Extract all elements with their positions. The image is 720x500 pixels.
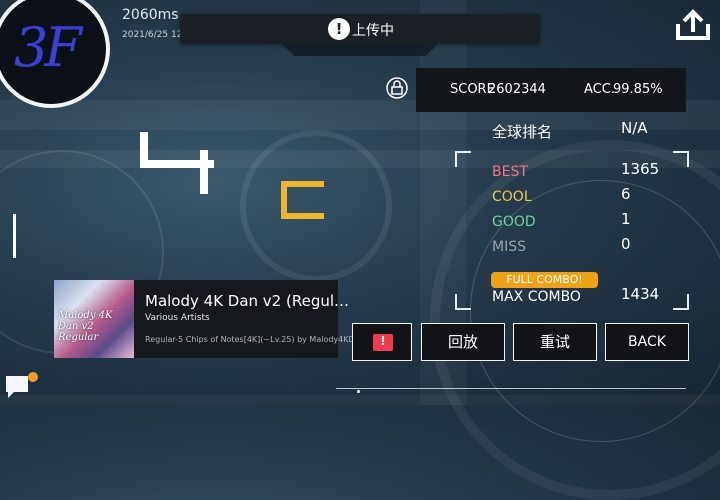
chart-info: Regular-5 Chips of Notes[4K](~Lv.25) by … (145, 335, 365, 344)
rank-letter-primary (140, 128, 220, 198)
alert-icon: ! (328, 18, 350, 40)
song-cover-art: Malody 4K Dan v2 Regular (54, 280, 134, 358)
retry-button[interactable]: 重试 (513, 323, 597, 361)
back-button[interactable]: BACK (605, 323, 689, 361)
song-artist: Various Artists (145, 313, 210, 323)
replay-button[interactable]: 回放 (421, 323, 505, 361)
frame-corner (673, 151, 689, 167)
score-value: 2602344 (488, 82, 546, 97)
accuracy-label: ACC. (584, 82, 615, 97)
song-title: Malody 4K Dan v2 (Regul… (145, 292, 350, 310)
judgement-best-value: 1365 (621, 160, 660, 178)
toast-tab (282, 44, 438, 56)
global-rank-value: N/A (621, 119, 648, 137)
toast-text: 上传中 (352, 23, 394, 39)
report-button[interactable]: ! (352, 323, 412, 361)
judgement-good-label: GOOD (492, 214, 536, 230)
max-combo-value: 1434 (621, 285, 660, 303)
frame-corner (673, 294, 689, 310)
judgement-best-label: BEST (492, 164, 528, 180)
player-avatar[interactable]: 3F (0, 0, 110, 108)
max-combo-label: MAX COMBO (492, 289, 581, 305)
judgement-cool-value: 6 (621, 185, 631, 203)
upload-icon[interactable] (674, 8, 712, 42)
judgement-miss-label: MISS (492, 239, 526, 255)
latency-readout: 2060ms (122, 7, 179, 23)
side-marker (13, 214, 16, 258)
song-card[interactable]: Malody 4K Dan v2 Regular Malody 4K Dan v… (54, 280, 365, 358)
lock-icon (386, 77, 408, 99)
frame-corner (455, 294, 471, 310)
accuracy-value: 99.85% (613, 82, 663, 97)
global-rank-label: 全球排名 (492, 123, 553, 141)
avatar-text: 3F (14, 16, 82, 79)
judgement-good-value: 1 (621, 210, 631, 228)
notification-dot (28, 372, 38, 382)
judgement-cool-label: COOL (492, 189, 532, 205)
divider (336, 388, 686, 389)
frame-corner (455, 151, 471, 167)
rank-letter-secondary (280, 180, 328, 220)
cover-art-text: Malody 4K Dan v2 Regular (58, 310, 113, 343)
report-icon: ! (373, 334, 393, 351)
full-combo-badge: FULL COMBO! (491, 272, 598, 288)
upload-toast: ! 上传中 (180, 14, 540, 44)
judgement-miss-value: 0 (621, 235, 631, 253)
page-indicator (357, 390, 360, 393)
